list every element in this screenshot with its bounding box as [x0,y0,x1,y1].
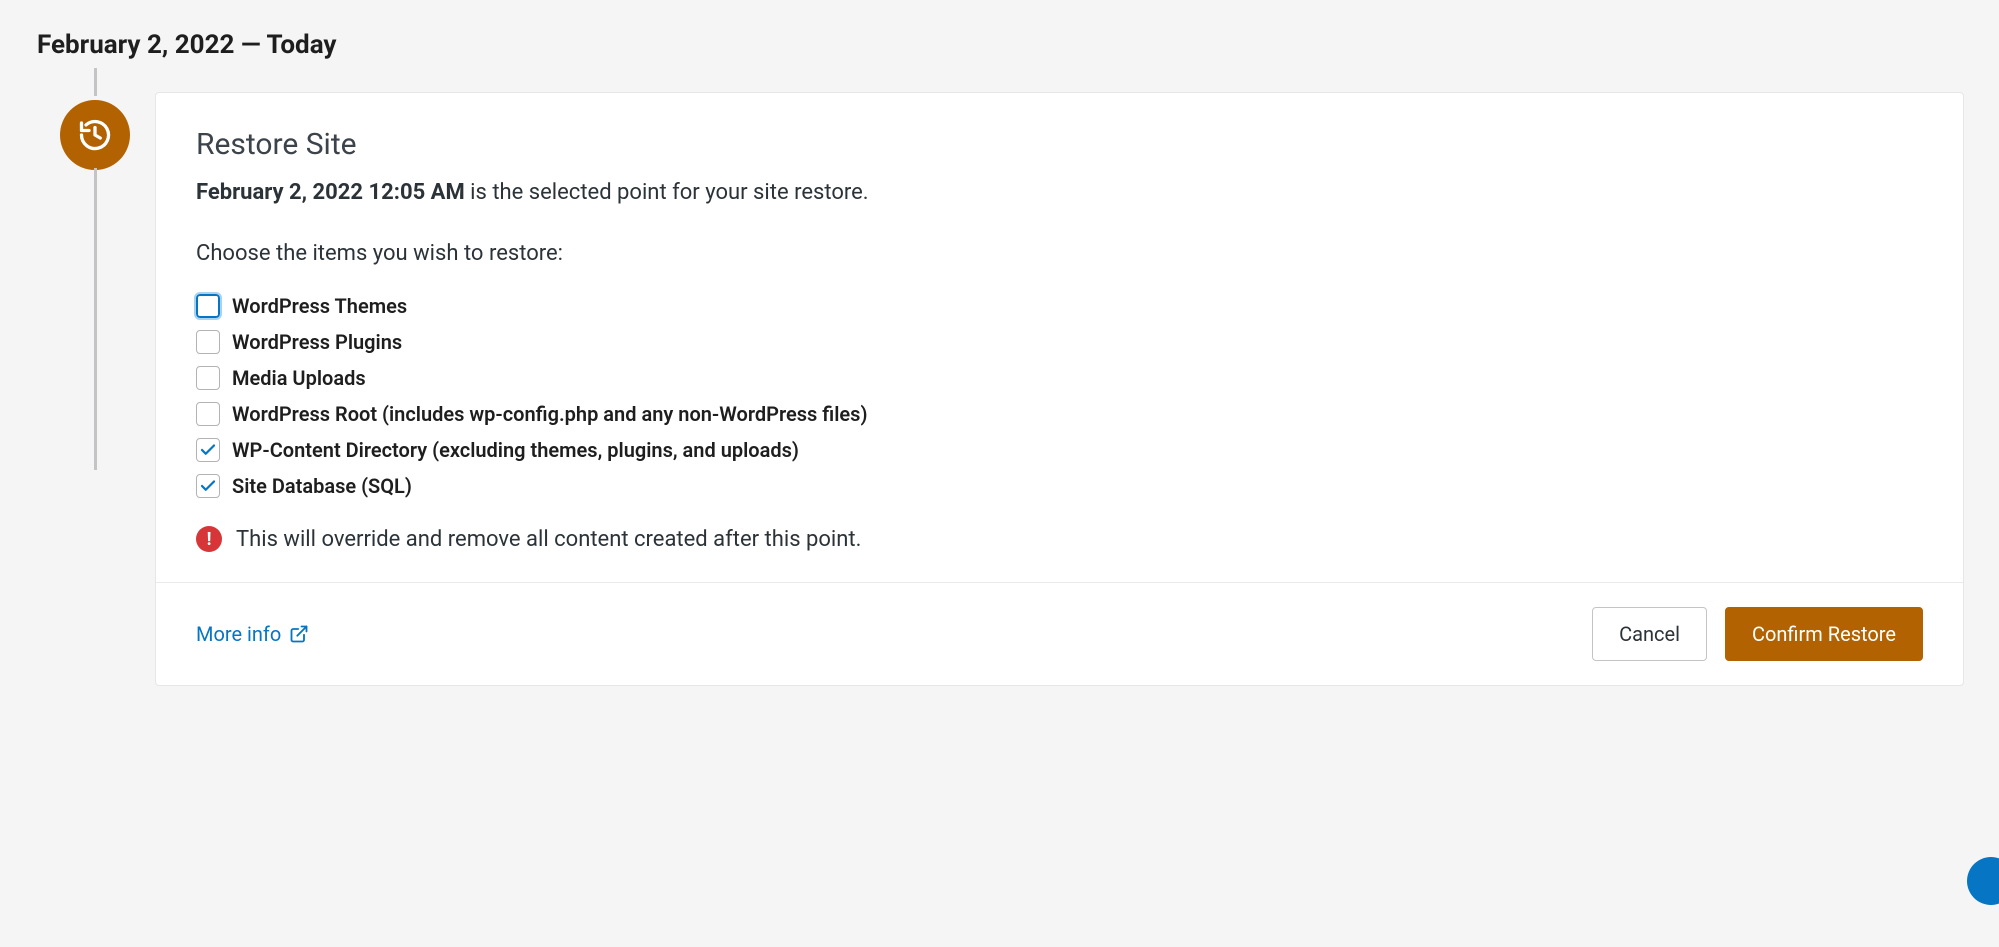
checkbox-label: WordPress Root (includes wp-config.php a… [232,402,867,426]
confirm-restore-button[interactable]: Confirm Restore [1725,607,1923,661]
help-fab[interactable] [1967,857,1999,905]
more-info-label: More info [196,622,281,646]
checkbox-wpcontent[interactable] [196,438,220,462]
restore-item-database: Site Database (SQL) [196,474,1923,498]
restore-items-list: WordPress Themes WordPress Plugins Media… [196,294,1923,498]
card-body: Restore Site February 2, 2022 12:05 AM i… [156,93,1963,582]
warning-icon: ! [196,526,222,552]
checkbox-label: Media Uploads [232,366,366,390]
restore-item-plugins: WordPress Plugins [196,330,1923,354]
date-heading: February 2, 2022 — Today [37,30,1964,60]
choose-items-label: Choose the items you wish to restore: [196,241,1923,266]
card-title: Restore Site [196,127,1923,162]
restore-item-media: Media Uploads [196,366,1923,390]
checkbox-media[interactable] [196,366,220,390]
restore-point-text: February 2, 2022 12:05 AM is the selecte… [196,180,1923,205]
checkbox-label: WordPress Themes [232,294,407,318]
cancel-button[interactable]: Cancel [1592,607,1707,661]
checkbox-root[interactable] [196,402,220,426]
restore-item-themes: WordPress Themes [196,294,1923,318]
timeline-rail [35,68,155,170]
checkbox-label: Site Database (SQL) [232,474,412,498]
restore-point-rest: is the selected point for your site rest… [465,180,869,205]
activity-log-page: February 2, 2022 — Today Restore Site Fe… [0,0,1999,686]
restore-card: Restore Site February 2, 2022 12:05 AM i… [155,92,1964,686]
restore-item-root: WordPress Root (includes wp-config.php a… [196,402,1923,426]
warning-text: This will override and remove all conten… [236,527,861,552]
restore-point-time: February 2, 2022 12:05 AM [196,180,465,205]
checkbox-themes[interactable] [196,294,220,318]
more-info-link[interactable]: More info [196,622,309,646]
timeline-line [94,68,97,96]
footer-buttons: Cancel Confirm Restore [1592,607,1923,661]
restore-history-icon [60,100,130,170]
external-link-icon [289,624,309,644]
checkbox-label: WP-Content Directory (excluding themes, … [232,438,799,462]
timeline-line [94,168,97,470]
checkbox-plugins[interactable] [196,330,220,354]
restore-item-wpcontent: WP-Content Directory (excluding themes, … [196,438,1923,462]
checkbox-database[interactable] [196,474,220,498]
warning-row: ! This will override and remove all cont… [196,526,1923,552]
timeline-wrap: Restore Site February 2, 2022 12:05 AM i… [35,68,1964,686]
checkbox-label: WordPress Plugins [232,330,402,354]
card-footer: More info Cancel Confirm Restore [156,582,1963,685]
